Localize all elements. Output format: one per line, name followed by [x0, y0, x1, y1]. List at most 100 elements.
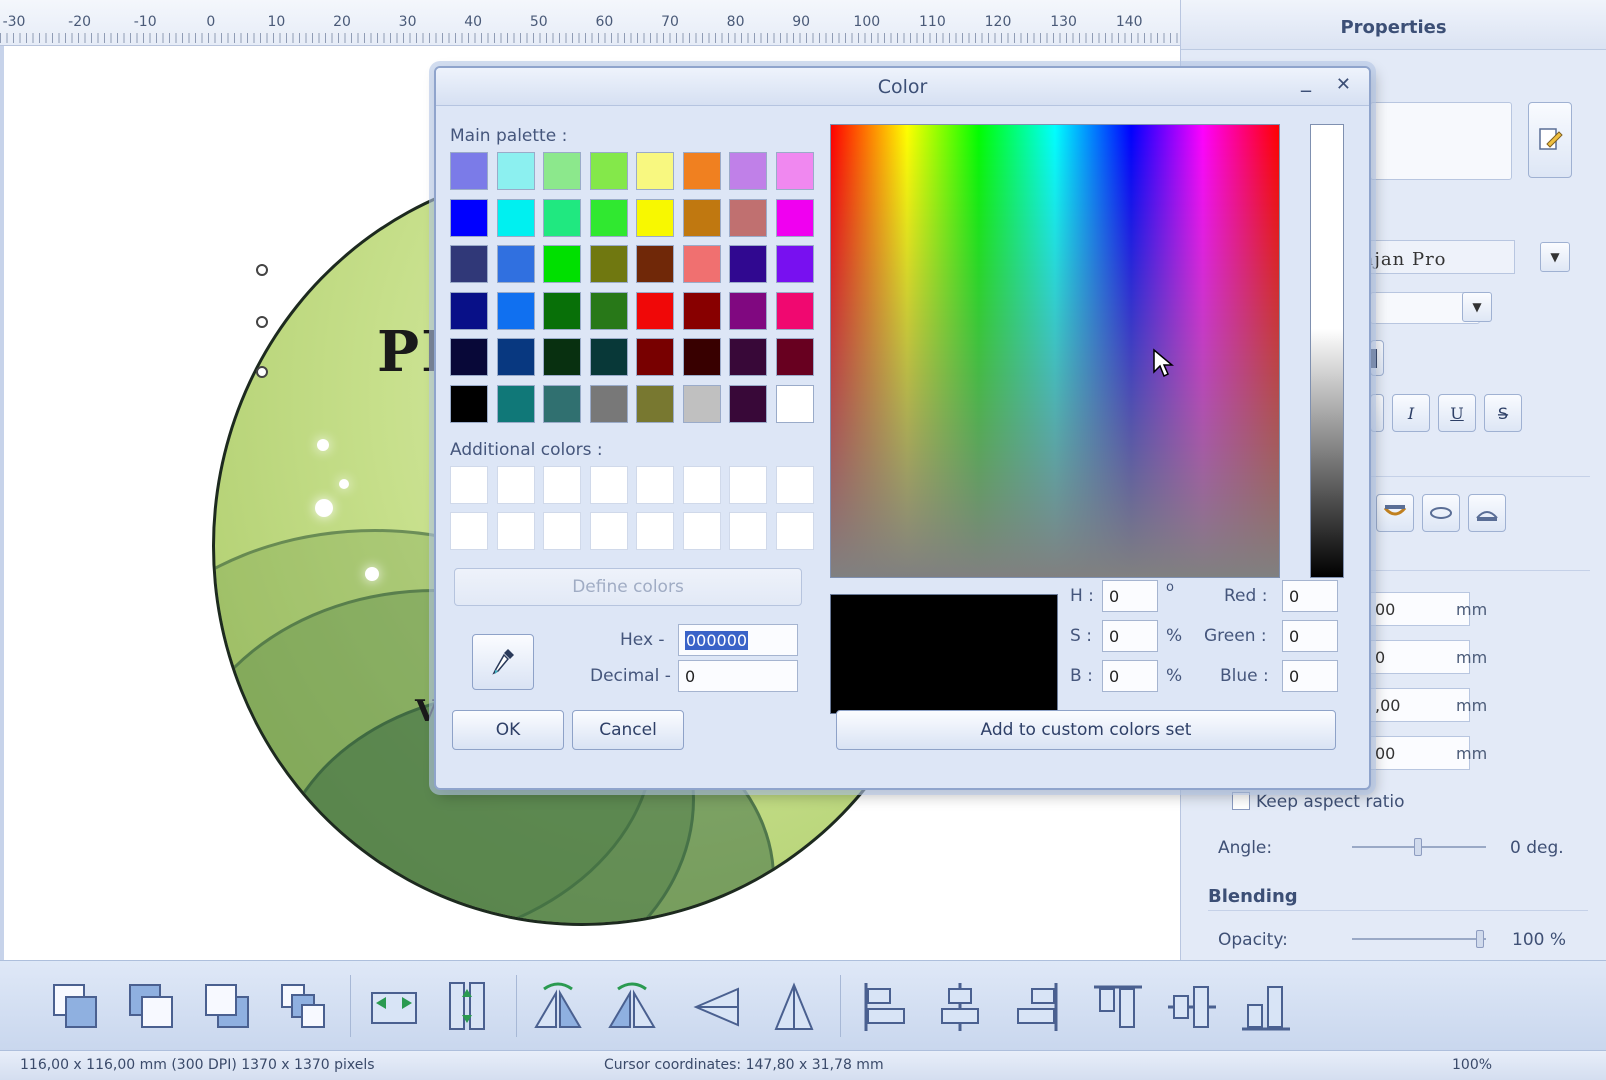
palette-swatch[interactable] — [589, 198, 628, 237]
flip-horizontal-alt-button[interactable] — [604, 979, 660, 1035]
text-curve-top-button[interactable] — [1376, 494, 1414, 532]
custom-color-slot[interactable] — [543, 512, 581, 550]
decimal-input[interactable]: 0 — [678, 660, 798, 692]
palette-swatch[interactable] — [589, 291, 628, 330]
edit-text-button[interactable] — [1528, 102, 1572, 178]
custom-color-slot[interactable] — [775, 512, 814, 550]
bold-button[interactable]: ▌ — [1370, 340, 1384, 376]
green-input[interactable]: 0 — [1282, 620, 1338, 652]
ok-button[interactable]: OK — [452, 710, 564, 750]
custom-color-slot[interactable] — [589, 512, 628, 550]
italic-button[interactable]: I — [1392, 394, 1430, 432]
palette-swatch[interactable] — [682, 291, 721, 330]
minimize-icon[interactable]: _ — [1301, 68, 1311, 92]
selection-handle[interactable] — [256, 264, 268, 276]
color-spectrum-picker[interactable] — [830, 124, 1280, 578]
palette-swatch[interactable] — [496, 198, 535, 237]
palette-swatch[interactable] — [589, 338, 628, 376]
strikethrough-button[interactable]: S̶ — [1484, 394, 1522, 432]
underline-button[interactable]: U — [1438, 394, 1476, 432]
bring-forward-button[interactable] — [124, 979, 180, 1035]
distribute-horizontal-button[interactable] — [366, 979, 422, 1035]
palette-swatch[interactable] — [775, 291, 814, 330]
rotate-left-button[interactable] — [690, 979, 746, 1035]
send-backward-button[interactable] — [200, 979, 256, 1035]
palette-swatch[interactable] — [543, 198, 581, 237]
palette-swatch[interactable] — [682, 198, 721, 237]
palette-swatch[interactable] — [589, 152, 628, 190]
eyedropper-button[interactable] — [472, 634, 534, 690]
palette-swatch[interactable] — [729, 152, 767, 190]
palette-swatch[interactable] — [729, 338, 767, 376]
close-icon[interactable]: ✕ — [1336, 74, 1351, 95]
font-size-dropdown-button[interactable]: ▼ — [1462, 292, 1492, 322]
palette-swatch[interactable] — [682, 338, 721, 376]
palette-swatch[interactable] — [729, 198, 767, 237]
align-right-button[interactable] — [1008, 979, 1064, 1035]
palette-swatch[interactable] — [775, 152, 814, 190]
custom-color-slot[interactable] — [729, 466, 767, 504]
custom-color-slot[interactable] — [729, 512, 767, 550]
palette-swatch[interactable] — [450, 245, 488, 283]
palette-swatch[interactable] — [543, 291, 581, 330]
custom-color-slot[interactable] — [682, 512, 721, 550]
text-style-button[interactable] — [1370, 394, 1384, 432]
palette-swatch[interactable] — [589, 245, 628, 283]
palette-swatch[interactable] — [636, 245, 674, 283]
opacity-slider[interactable] — [1352, 938, 1486, 940]
custom-color-slot[interactable] — [496, 512, 535, 550]
custom-color-slot[interactable] — [636, 466, 674, 504]
palette-swatch[interactable] — [636, 338, 674, 376]
palette-swatch[interactable] — [636, 198, 674, 237]
palette-swatch[interactable] — [496, 338, 535, 376]
palette-swatch[interactable] — [450, 291, 488, 330]
bring-to-front-button[interactable] — [48, 979, 104, 1035]
align-left-button[interactable] — [858, 979, 914, 1035]
add-to-custom-colors-button[interactable]: Add to custom colors set — [836, 710, 1336, 750]
define-colors-button[interactable]: Define colors — [454, 568, 802, 606]
custom-color-slot[interactable] — [589, 466, 628, 504]
palette-swatch[interactable] — [450, 338, 488, 376]
align-top-button[interactable] — [1090, 979, 1146, 1035]
palette-swatch[interactable] — [729, 291, 767, 330]
palette-swatch[interactable] — [450, 152, 488, 190]
distribute-vertical-button[interactable] — [440, 979, 496, 1035]
palette-swatch[interactable] — [496, 152, 535, 190]
palette-swatch[interactable] — [543, 384, 581, 423]
palette-swatch[interactable] — [543, 338, 581, 376]
palette-swatch[interactable] — [775, 384, 814, 423]
palette-swatch[interactable] — [682, 384, 721, 423]
blue-input[interactable]: 0 — [1282, 660, 1338, 692]
palette-swatch[interactable] — [636, 291, 674, 330]
width-field[interactable]: ,00 — [1370, 688, 1470, 722]
custom-color-slot[interactable] — [682, 466, 721, 504]
palette-swatch[interactable] — [729, 245, 767, 283]
hex-input[interactable]: 000000 — [678, 624, 798, 656]
palette-swatch[interactable] — [775, 245, 814, 283]
position-x-field[interactable]: 00 — [1370, 592, 1470, 626]
brightness-input[interactable]: 0 — [1102, 660, 1158, 692]
palette-swatch[interactable] — [450, 384, 488, 423]
custom-color-slot[interactable] — [775, 466, 814, 504]
align-middle-button[interactable] — [1164, 979, 1220, 1035]
palette-swatch[interactable] — [543, 152, 581, 190]
selection-handle[interactable] — [256, 366, 268, 378]
cancel-button[interactable]: Cancel — [572, 710, 684, 750]
palette-swatch[interactable] — [775, 338, 814, 376]
palette-swatch[interactable] — [729, 384, 767, 423]
palette-swatch[interactable] — [682, 245, 721, 283]
hue-input[interactable]: 0 — [1102, 580, 1158, 612]
custom-color-slot[interactable] — [543, 466, 581, 504]
palette-swatch[interactable] — [682, 152, 721, 190]
align-bottom-button[interactable] — [1238, 979, 1294, 1035]
position-y-field[interactable]: 0 — [1370, 640, 1470, 674]
selection-handle[interactable] — [256, 316, 268, 328]
text-curve-bottom-button[interactable] — [1468, 494, 1506, 532]
brightness-slider[interactable] — [1310, 124, 1344, 578]
flip-vertical-button[interactable] — [766, 979, 822, 1035]
red-input[interactable]: 0 — [1282, 580, 1338, 612]
palette-swatch[interactable] — [496, 291, 535, 330]
palette-swatch[interactable] — [450, 198, 488, 237]
send-to-back-button[interactable] — [276, 979, 332, 1035]
palette-swatch[interactable] — [496, 245, 535, 283]
